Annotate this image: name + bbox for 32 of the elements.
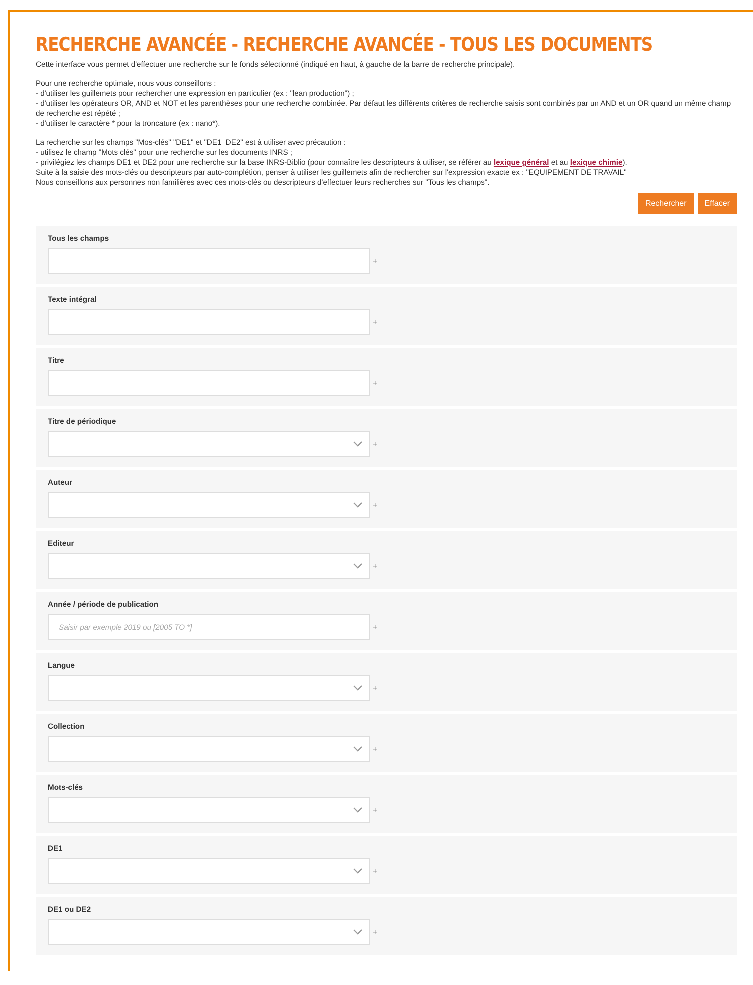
chevron-down-icon [353,807,363,813]
input-field[interactable] [48,370,370,396]
chevron-down-icon [353,563,363,569]
chevron-down-icon [353,868,363,874]
add-field-button[interactable]: + [373,440,378,448]
page-title: RECHERCHE AVANCÉE - RECHERCHE AVANCÉE - TOUS LES DOCUMENTS [36,34,653,56]
add-field-button[interactable]: + [373,806,378,814]
input-field[interactable] [48,248,370,274]
chevron-down-icon [353,502,363,508]
chevron-down-icon [353,929,363,935]
dropdown-field[interactable] [48,858,370,884]
add-field-button[interactable]: + [373,256,378,266]
dropdown-field[interactable] [48,797,370,823]
add-field-button[interactable]: + [373,744,378,754]
add-field-button[interactable]: + [373,500,378,510]
input-field[interactable] [48,309,370,335]
chevron-down-icon [353,685,363,691]
dropdown-field[interactable] [48,919,370,945]
add-field-button[interactable]: + [373,622,378,632]
chevron-down-icon [353,441,363,447]
add-field-button[interactable]: + [373,378,378,388]
dropdown-field[interactable] [48,736,370,762]
dropdown-field[interactable] [48,431,370,457]
dropdown-field[interactable] [48,492,370,518]
dropdown-field[interactable] [48,553,370,579]
add-field-button[interactable]: + [373,928,378,936]
add-field-button[interactable]: + [373,318,378,326]
dropdown-field[interactable] [48,675,370,701]
chevron-down-icon [353,746,363,752]
add-field-button[interactable]: + [373,562,378,570]
add-field-button[interactable]: + [373,866,378,876]
add-field-button[interactable]: + [373,684,378,692]
